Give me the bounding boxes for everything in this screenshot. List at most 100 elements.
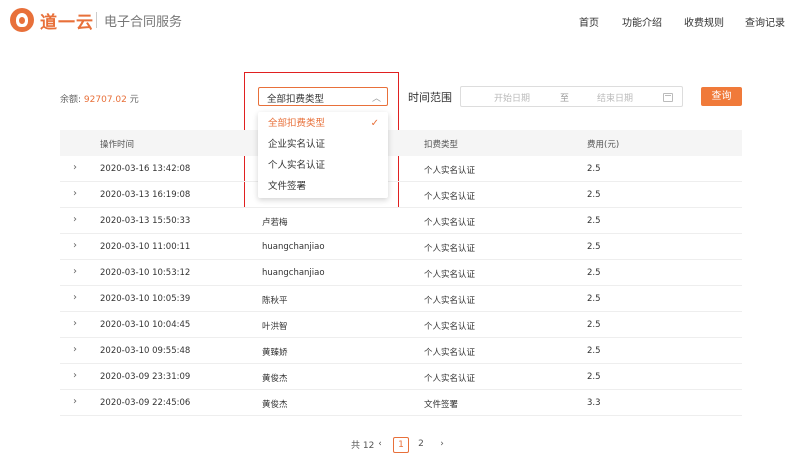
time-range-label: 时间范围 bbox=[408, 91, 452, 104]
option-all-types[interactable]: 全部扣费类型 ✓ bbox=[258, 114, 388, 134]
nav-features[interactable]: 功能介绍 bbox=[622, 14, 662, 29]
cell-type: 文件签署 bbox=[424, 400, 459, 410]
cell-operator: 黄俊杰 bbox=[262, 374, 288, 384]
cell-time: 2020-03-13 15:50:33 bbox=[100, 216, 191, 226]
page-2-button[interactable]: 2 bbox=[413, 437, 429, 453]
cell-fee: 2.5 bbox=[587, 216, 601, 226]
cell-type: 个人实名认证 bbox=[424, 192, 476, 202]
chevron-right-icon[interactable]: › bbox=[434, 437, 450, 453]
balance-unit: 元 bbox=[129, 95, 139, 105]
expand-chevron-icon[interactable]: › bbox=[73, 318, 77, 329]
cell-fee: 2.5 bbox=[587, 294, 601, 304]
cell-fee: 2.5 bbox=[587, 164, 601, 174]
date-range-picker[interactable]: 开始日期 至 结束日期 bbox=[460, 86, 683, 107]
check-icon: ✓ bbox=[370, 118, 379, 129]
cell-type: 个人实名认证 bbox=[424, 270, 476, 280]
cell-operator: huangchanjiao bbox=[262, 242, 325, 252]
cell-type: 个人实名认证 bbox=[424, 244, 476, 254]
cell-time: 2020-03-10 10:04:45 bbox=[100, 320, 191, 330]
option-enterprise-verification[interactable]: 企业实名认证 bbox=[258, 135, 388, 155]
pagination-total: 共 12 bbox=[351, 441, 375, 451]
expand-chevron-icon[interactable]: › bbox=[73, 344, 77, 355]
expand-chevron-icon[interactable]: › bbox=[73, 370, 77, 381]
cell-fee: 2.5 bbox=[587, 346, 601, 356]
header-time: 操作时间 bbox=[100, 140, 135, 150]
cell-fee: 2.5 bbox=[587, 190, 601, 200]
brand-subtitle: 电子合同服务 bbox=[104, 15, 183, 30]
cell-time: 2020-03-16 13:42:08 bbox=[100, 164, 191, 174]
cell-type: 个人实名认证 bbox=[424, 166, 476, 176]
end-date-input[interactable]: 结束日期 bbox=[597, 91, 633, 104]
cell-time: 2020-03-10 11:00:11 bbox=[100, 242, 191, 252]
option-label: 企业实名认证 bbox=[268, 139, 326, 150]
option-label: 全部扣费类型 bbox=[268, 118, 326, 129]
calendar-icon[interactable] bbox=[663, 93, 673, 102]
table-row[interactable]: › 2020-03-10 10:04:45 叶洪智 个人实名认证 2.5 bbox=[60, 312, 742, 338]
balance: 余额: 92707.02 元 bbox=[60, 92, 139, 105]
cell-type: 个人实名认证 bbox=[424, 296, 476, 306]
table-row[interactable]: › 2020-03-09 22:45:06 黄俊杰 文件签署 3.3 bbox=[60, 390, 742, 416]
expand-chevron-icon[interactable]: › bbox=[73, 240, 77, 251]
expand-chevron-icon[interactable]: › bbox=[73, 188, 77, 199]
expand-chevron-icon[interactable]: › bbox=[73, 396, 77, 407]
cell-type: 个人实名认证 bbox=[424, 374, 476, 384]
cell-operator: 叶洪智 bbox=[262, 322, 288, 332]
cell-operator: 卢若梅 bbox=[262, 218, 288, 228]
brand-divider bbox=[96, 12, 97, 28]
cell-fee: 2.5 bbox=[587, 372, 601, 382]
table-row[interactable]: › 2020-03-16 13:42:08 个人实名认证 2.5 bbox=[60, 156, 742, 182]
table-row[interactable]: › 2020-03-10 11:00:11 huangchanjiao 个人实名… bbox=[60, 234, 742, 260]
cell-fee: 2.5 bbox=[587, 320, 601, 330]
table-row[interactable]: › 2020-03-13 16:19:08 个人实名认证 2.5 bbox=[60, 182, 742, 208]
charge-type-select-value: 全部扣费类型 bbox=[267, 94, 325, 105]
header-fee: 费用(元) bbox=[587, 140, 620, 150]
option-label: 文件签署 bbox=[268, 181, 307, 192]
cell-operator: huangchanjiao bbox=[262, 268, 325, 278]
table-row[interactable]: › 2020-03-10 09:55:48 黄臻娇 个人实名认证 2.5 bbox=[60, 338, 742, 364]
query-button[interactable]: 查询 bbox=[701, 87, 742, 106]
balance-label: 余额: bbox=[60, 95, 82, 105]
nav-pricing[interactable]: 收费规则 bbox=[684, 14, 724, 29]
nav-home[interactable]: 首页 bbox=[579, 14, 599, 29]
chevron-left-icon[interactable]: ‹ bbox=[372, 437, 388, 453]
cell-fee: 3.3 bbox=[587, 398, 601, 408]
balance-value: 92707.02 bbox=[83, 95, 127, 105]
header-type: 扣费类型 bbox=[424, 140, 459, 150]
option-personal-verification[interactable]: 个人实名认证 bbox=[258, 156, 388, 176]
option-label: 个人实名认证 bbox=[268, 160, 326, 171]
table-row[interactable]: › 2020-03-10 10:53:12 huangchanjiao 个人实名… bbox=[60, 260, 742, 286]
expand-chevron-icon[interactable]: › bbox=[73, 266, 77, 277]
cell-fee: 2.5 bbox=[587, 268, 601, 278]
brand-logo-icon[interactable] bbox=[10, 8, 34, 32]
cell-operator: 黄俊杰 bbox=[262, 400, 288, 410]
table-row[interactable]: › 2020-03-13 15:50:33 卢若梅 个人实名认证 2.5 bbox=[60, 208, 742, 234]
brand-name[interactable]: 道一云 bbox=[40, 8, 94, 33]
nav-records[interactable]: 查询记录 bbox=[745, 14, 785, 29]
page-1-button[interactable]: 1 bbox=[393, 437, 409, 453]
table-header: 操作时间 扣费类型 费用(元) bbox=[60, 130, 742, 156]
option-file-signing[interactable]: 文件签署 bbox=[258, 177, 388, 197]
cell-time: 2020-03-09 23:31:09 bbox=[100, 372, 191, 382]
expand-chevron-icon[interactable]: › bbox=[73, 214, 77, 225]
cell-operator: 黄臻娇 bbox=[262, 348, 288, 358]
charge-type-dropdown: 全部扣费类型 ✓ 企业实名认证 个人实名认证 文件签署 bbox=[258, 112, 388, 198]
charge-type-select[interactable]: 全部扣费类型 ︿ bbox=[258, 87, 388, 106]
chevron-up-icon: ︿ bbox=[371, 94, 381, 104]
expand-chevron-icon[interactable]: › bbox=[73, 162, 77, 173]
cell-fee: 2.5 bbox=[587, 242, 601, 252]
cell-time: 2020-03-10 10:53:12 bbox=[100, 268, 191, 278]
start-date-input[interactable]: 开始日期 bbox=[494, 91, 530, 104]
table-row[interactable]: › 2020-03-09 23:31:09 黄俊杰 个人实名认证 2.5 bbox=[60, 364, 742, 390]
cell-time: 2020-03-10 09:55:48 bbox=[100, 346, 191, 356]
expand-chevron-icon[interactable]: › bbox=[73, 292, 77, 303]
cell-type: 个人实名认证 bbox=[424, 322, 476, 332]
app-header: 道一云 电子合同服务 首页 功能介绍 收费规则 查询记录 bbox=[0, 0, 800, 40]
table-row[interactable]: › 2020-03-10 10:05:39 陈秋平 个人实名认证 2.5 bbox=[60, 286, 742, 312]
cell-time: 2020-03-10 10:05:39 bbox=[100, 294, 191, 304]
cell-type: 个人实名认证 bbox=[424, 348, 476, 358]
cell-time: 2020-03-09 22:45:06 bbox=[100, 398, 191, 408]
cell-type: 个人实名认证 bbox=[424, 218, 476, 228]
cell-time: 2020-03-13 16:19:08 bbox=[100, 190, 191, 200]
cell-operator: 陈秋平 bbox=[262, 296, 288, 306]
date-separator: 至 bbox=[560, 94, 570, 104]
